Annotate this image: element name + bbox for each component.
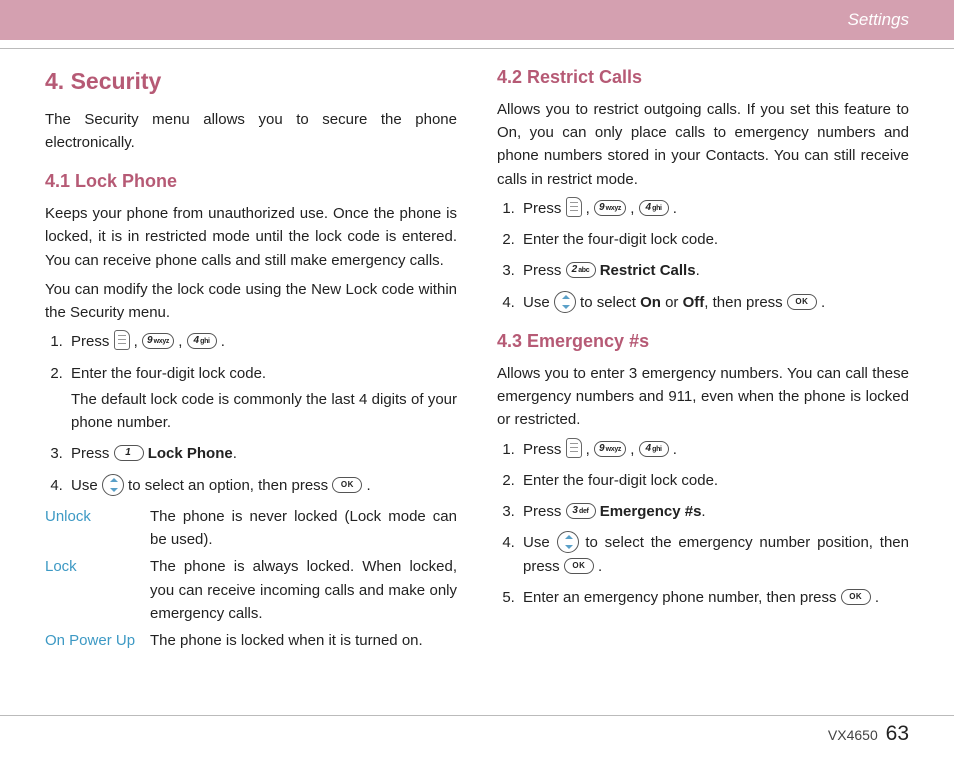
emergency-intro: Allows you to enter 3 emergency numbers.…: [497, 362, 909, 432]
text: Press: [71, 445, 109, 462]
lock-phone-steps: Press , 9wxyz , 4ghi . Enter the four-di…: [45, 330, 457, 497]
page-number: 63: [886, 722, 909, 745]
heading-lock-phone: 4.1 Lock Phone: [45, 168, 457, 196]
key-9: 9wxyz: [142, 333, 174, 349]
text: Press: [523, 200, 561, 217]
option-def: The phone is always locked. When locked,…: [150, 555, 457, 625]
emergency-steps: Press , 9wxyz , 4ghi . Enter the four-di…: [497, 438, 909, 610]
heading-security: 4. Security: [45, 64, 457, 100]
option-row: On Power Up The phone is locked when it …: [45, 629, 457, 652]
option-def: The phone is locked when it is turned on…: [150, 629, 457, 652]
step: Enter the four-digit lock code. The defa…: [67, 362, 457, 435]
bold: Restrict Calls: [600, 262, 696, 279]
step: Enter an emergency phone number, then pr…: [519, 586, 909, 609]
column-right: 4.2 Restrict Calls Allows you to restric…: [497, 64, 909, 656]
text: Enter an emergency phone number, then pr…: [523, 589, 837, 606]
text: Press: [523, 262, 561, 279]
security-intro: The Security menu allows you to secure t…: [45, 108, 457, 155]
header-title: Settings: [848, 10, 909, 30]
options-table: Unlock The phone is never locked (Lock m…: [45, 505, 457, 653]
step: Use to select an option, then press OK .: [67, 474, 457, 497]
key-2: 2abc: [566, 262, 596, 278]
text: Enter the four-digit lock code.: [523, 472, 718, 489]
restrict-intro: Allows you to restrict outgoing calls. I…: [497, 98, 909, 191]
sub-text: The default lock code is commonly the la…: [71, 388, 457, 435]
menu-icon: [114, 330, 130, 350]
menu-icon: [566, 438, 582, 458]
step: Use to select On or Off, then press OK .: [519, 291, 909, 314]
model-number: VX4650: [828, 727, 878, 743]
bold: Emergency #s: [600, 503, 702, 520]
step: Press 3def Emergency #s.: [519, 500, 909, 523]
key-ok: OK: [787, 294, 817, 310]
bold: On: [640, 294, 661, 311]
option-term-unlock: Unlock: [45, 505, 150, 552]
step: Use to select the emergency number posit…: [519, 531, 909, 578]
text: Use: [71, 477, 98, 494]
restrict-steps: Press , 9wxyz , 4ghi . Enter the four-di…: [497, 197, 909, 314]
step: Press , 9wxyz , 4ghi .: [67, 330, 457, 353]
option-term-onpowerup: On Power Up: [45, 629, 150, 652]
lock-phone-p2: You can modify the lock code using the N…: [45, 278, 457, 325]
text: Press: [71, 333, 109, 350]
heading-restrict-calls: 4.2 Restrict Calls: [497, 64, 909, 92]
bold: Lock Phone: [148, 445, 233, 462]
text: Use: [523, 294, 550, 311]
key-9: 9wxyz: [594, 441, 626, 457]
key-ok: OK: [564, 558, 594, 574]
text: Press: [523, 503, 561, 520]
option-row: Unlock The phone is never locked (Lock m…: [45, 505, 457, 552]
step: Press , 9wxyz , 4ghi .: [519, 197, 909, 220]
key-ok: OK: [841, 589, 871, 605]
step: Press , 9wxyz , 4ghi .: [519, 438, 909, 461]
page-content: 4. Security The Security menu allows you…: [0, 49, 954, 656]
key-9: 9wxyz: [594, 200, 626, 216]
step: Press 1 Lock Phone.: [67, 442, 457, 465]
option-row: Lock The phone is always locked. When lo…: [45, 555, 457, 625]
text: Use: [523, 534, 550, 551]
step: Enter the four-digit lock code.: [519, 469, 909, 492]
key-ok: OK: [332, 477, 362, 493]
key-4: 4ghi: [187, 333, 217, 349]
lock-phone-p1: Keeps your phone from unauthorized use. …: [45, 202, 457, 272]
nav-key-icon: [554, 291, 576, 313]
text: or: [665, 294, 678, 311]
text: to select: [580, 294, 636, 311]
nav-key-icon: [102, 474, 124, 496]
text: Press: [523, 441, 561, 458]
header-band: Settings: [0, 0, 954, 40]
option-term-lock: Lock: [45, 555, 150, 625]
text: Enter the four-digit lock code.: [523, 231, 718, 248]
divider-bottom: [0, 715, 954, 716]
column-left: 4. Security The Security menu allows you…: [45, 64, 457, 656]
text: , then press: [704, 294, 782, 311]
step: Press 2abc Restrict Calls.: [519, 259, 909, 282]
key-4: 4ghi: [639, 441, 669, 457]
nav-key-icon: [557, 531, 579, 553]
step: Enter the four-digit lock code.: [519, 228, 909, 251]
bold: Off: [683, 294, 705, 311]
heading-emergency: 4.3 Emergency #s: [497, 328, 909, 356]
text: Enter the four-digit lock code.: [71, 365, 266, 382]
key-3: 3def: [566, 503, 596, 519]
menu-icon: [566, 197, 582, 217]
option-def: The phone is never locked (Lock mode can…: [150, 505, 457, 552]
footer: VX4650 63: [828, 722, 909, 746]
text: to select an option, then press: [128, 477, 328, 494]
key-4: 4ghi: [639, 200, 669, 216]
key-1: 1: [114, 445, 144, 461]
